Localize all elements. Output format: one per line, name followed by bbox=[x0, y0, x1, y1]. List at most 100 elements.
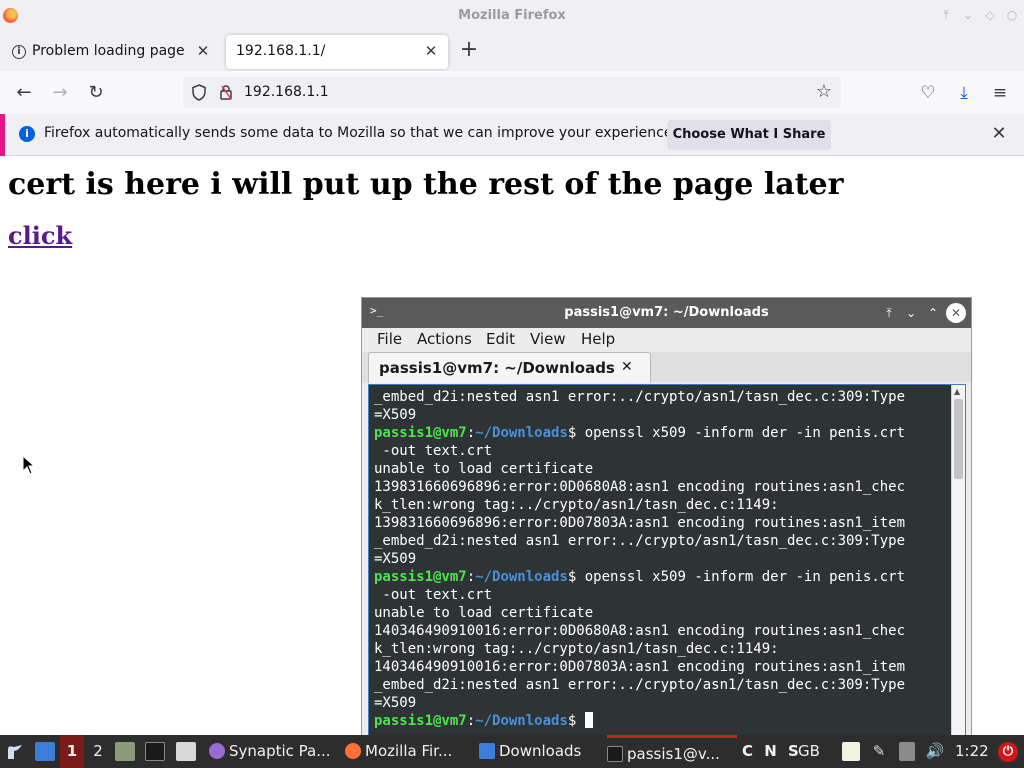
text-editor-launcher-icon[interactable] bbox=[176, 742, 196, 761]
line-text: openssl x509 -inform der -in penis.crt bbox=[576, 425, 906, 441]
menu-edit[interactable]: Edit bbox=[486, 330, 515, 348]
terminal-line: unable to load certificate bbox=[374, 604, 944, 622]
task-label: Synaptic Pa... bbox=[229, 742, 331, 760]
terminal-line: passis1@vm7:~/Downloads$ openssl x509 -i… bbox=[374, 568, 944, 586]
firefox-icon bbox=[345, 743, 361, 759]
start-menu-icon[interactable] bbox=[4, 741, 26, 763]
workspace-2[interactable]: 2 bbox=[90, 735, 106, 768]
tab-label: 192.168.1.1/ bbox=[236, 43, 326, 59]
terminal-tabbar: passis1@vm7: ~/Downloads ✕ bbox=[362, 352, 971, 383]
mouse-pointer-icon bbox=[22, 455, 36, 475]
line-text: 139831660696896:error:0D07803A:asn1 enco… bbox=[374, 515, 906, 531]
line-text: =X509 bbox=[374, 695, 417, 711]
tracking-shield-icon[interactable] bbox=[191, 84, 207, 101]
pen-icon[interactable]: ✎ bbox=[870, 742, 888, 761]
clipboard-icon[interactable] bbox=[842, 742, 860, 761]
menu-view[interactable]: View bbox=[530, 330, 566, 348]
data-notification-bar: i Firefox automatically sends some data … bbox=[0, 114, 1024, 156]
terminal-window: >_ passis1@vm7: ~/Downloads ⤒ ⌄ ⌃ ✕ File… bbox=[361, 297, 972, 737]
window-titlebar: Mozilla Firefox ⤒ ⌄ ◇ ○ bbox=[0, 0, 1024, 31]
window-minimize-icon[interactable]: ⌄ bbox=[959, 6, 977, 24]
task-label: Mozilla Fir... bbox=[365, 742, 453, 760]
line-text: 139831660696896:error:0D0680A8:asn1 enco… bbox=[374, 479, 906, 495]
notification-text: Firefox automatically sends some data to… bbox=[44, 125, 677, 141]
tab-problem-loading[interactable]: i Problem loading page ✕ bbox=[4, 35, 220, 69]
text-cursor bbox=[584, 712, 593, 728]
keyboard-layout[interactable]: GB bbox=[798, 735, 820, 768]
choose-what-i-share-button[interactable]: Choose What I Share bbox=[667, 120, 831, 150]
reload-button[interactable]: ↻ bbox=[83, 80, 109, 106]
keyboard-lock-state: C N S bbox=[742, 742, 802, 760]
close-icon[interactable]: ✕ bbox=[946, 303, 966, 323]
close-tab-icon[interactable]: ✕ bbox=[621, 359, 633, 375]
line-text: -out text.crt bbox=[374, 443, 493, 459]
shade-icon[interactable]: ⤒ bbox=[880, 304, 898, 322]
terminal-titlebar[interactable]: >_ passis1@vm7: ~/Downloads ⤒ ⌄ ⌃ ✕ bbox=[362, 298, 971, 328]
terminal-tab[interactable]: passis1@vm7: ~/Downloads ✕ bbox=[368, 352, 651, 383]
line-text: 140346490910016:error:0D07803A:asn1 enco… bbox=[374, 659, 906, 675]
line-text: k_tlen:wrong tag:../crypto/asn1/tasn_dec… bbox=[374, 641, 779, 657]
pocket-icon[interactable]: ♡ bbox=[917, 82, 939, 104]
prompt-separator: : bbox=[466, 425, 476, 441]
prompt-path: ~/Downloads bbox=[475, 425, 568, 441]
line-text: unable to load certificate bbox=[374, 605, 594, 621]
terminal-line: unable to load certificate bbox=[374, 460, 944, 478]
menu-file[interactable]: File bbox=[377, 330, 402, 348]
menu-actions[interactable]: Actions bbox=[417, 330, 472, 348]
scroll-thumb[interactable] bbox=[954, 399, 963, 479]
line-text: =X509 bbox=[374, 407, 417, 423]
task-downloads[interactable]: Downloads bbox=[479, 735, 581, 768]
show-desktop-icon[interactable] bbox=[35, 742, 55, 761]
terminal-scrollbar[interactable]: ▲ bbox=[951, 385, 965, 735]
terminal-line: =X509 bbox=[374, 406, 944, 424]
terminal-output[interactable]: _embed_d2i:nested asn1 error:../crypto/a… bbox=[368, 384, 966, 736]
task-label: passis1@v... bbox=[627, 745, 720, 763]
back-button[interactable]: ← bbox=[11, 80, 37, 106]
click-link[interactable]: click bbox=[8, 221, 72, 250]
terminal-line: 140346490910016:error:0D07803A:asn1 enco… bbox=[374, 658, 944, 676]
bookmark-star-icon[interactable]: ☆ bbox=[813, 81, 835, 103]
synaptic-icon bbox=[209, 743, 225, 759]
line-text: _embed_d2i:nested asn1 error:../crypto/a… bbox=[374, 533, 906, 549]
close-tab-icon[interactable]: ✕ bbox=[422, 42, 440, 60]
close-tab-icon[interactable]: ✕ bbox=[194, 42, 212, 60]
maximize-icon[interactable]: ⌃ bbox=[924, 304, 942, 322]
window-maximize-icon[interactable]: ◇ bbox=[981, 6, 999, 24]
forward-button[interactable]: → bbox=[47, 80, 73, 106]
volume-icon[interactable]: 🔊 bbox=[925, 742, 945, 761]
terminal-line: k_tlen:wrong tag:../crypto/asn1/tasn_dec… bbox=[374, 496, 944, 514]
storage-icon[interactable] bbox=[899, 742, 915, 761]
minimize-icon[interactable]: ⌄ bbox=[902, 304, 920, 322]
scroll-up-icon[interactable]: ▲ bbox=[954, 387, 960, 396]
task-firefox[interactable]: Mozilla Fir... bbox=[345, 735, 452, 768]
url-text[interactable]: 192.168.1.1 bbox=[244, 84, 329, 100]
terminal-line: passis1@vm7:~/Downloads$ openssl x509 -i… bbox=[374, 424, 944, 442]
window-title: Mozilla Firefox bbox=[458, 8, 566, 23]
prompt-separator: : bbox=[466, 569, 476, 585]
line-text: unable to load certificate bbox=[374, 461, 594, 477]
lock-icon[interactable] bbox=[220, 85, 232, 100]
new-tab-button[interactable]: + bbox=[458, 39, 480, 62]
terminal-launcher-icon[interactable] bbox=[145, 742, 165, 761]
menu-help[interactable]: Help bbox=[581, 330, 615, 348]
window-close-icon[interactable]: ○ bbox=[1003, 6, 1021, 24]
downloads-icon[interactable]: ⤓ bbox=[953, 82, 975, 104]
terminal-line: _embed_d2i:nested asn1 error:../crypto/a… bbox=[374, 532, 944, 550]
power-icon[interactable]: ⏻ bbox=[998, 742, 1018, 762]
task-synaptic[interactable]: Synaptic Pa... bbox=[209, 735, 331, 768]
terminal-tab-label: passis1@vm7: ~/Downloads bbox=[379, 359, 615, 377]
terminal-icon bbox=[607, 746, 623, 762]
info-icon: i bbox=[19, 126, 35, 142]
file-manager-launcher-icon[interactable] bbox=[115, 742, 135, 761]
prompt-user: passis1@vm7 bbox=[374, 569, 467, 585]
terminal-line: passis1@vm7:~/Downloads$ bbox=[374, 712, 944, 730]
task-terminal[interactable]: passis1@v... bbox=[607, 735, 737, 768]
tab-192-168-1-1[interactable]: 192.168.1.1/ ✕ bbox=[226, 35, 448, 69]
terminal-line: 140346490910016:error:0D0680A8:asn1 enco… bbox=[374, 622, 944, 640]
close-icon[interactable]: ✕ bbox=[990, 124, 1008, 144]
clock[interactable]: 1:22 bbox=[955, 735, 989, 768]
workspace-1[interactable]: 1 bbox=[60, 735, 84, 768]
window-shade-icon[interactable]: ⤒ bbox=[937, 6, 955, 24]
url-bar[interactable]: 192.168.1.1 ☆ bbox=[183, 77, 841, 108]
menu-hamburger-icon[interactable]: ≡ bbox=[989, 82, 1011, 104]
